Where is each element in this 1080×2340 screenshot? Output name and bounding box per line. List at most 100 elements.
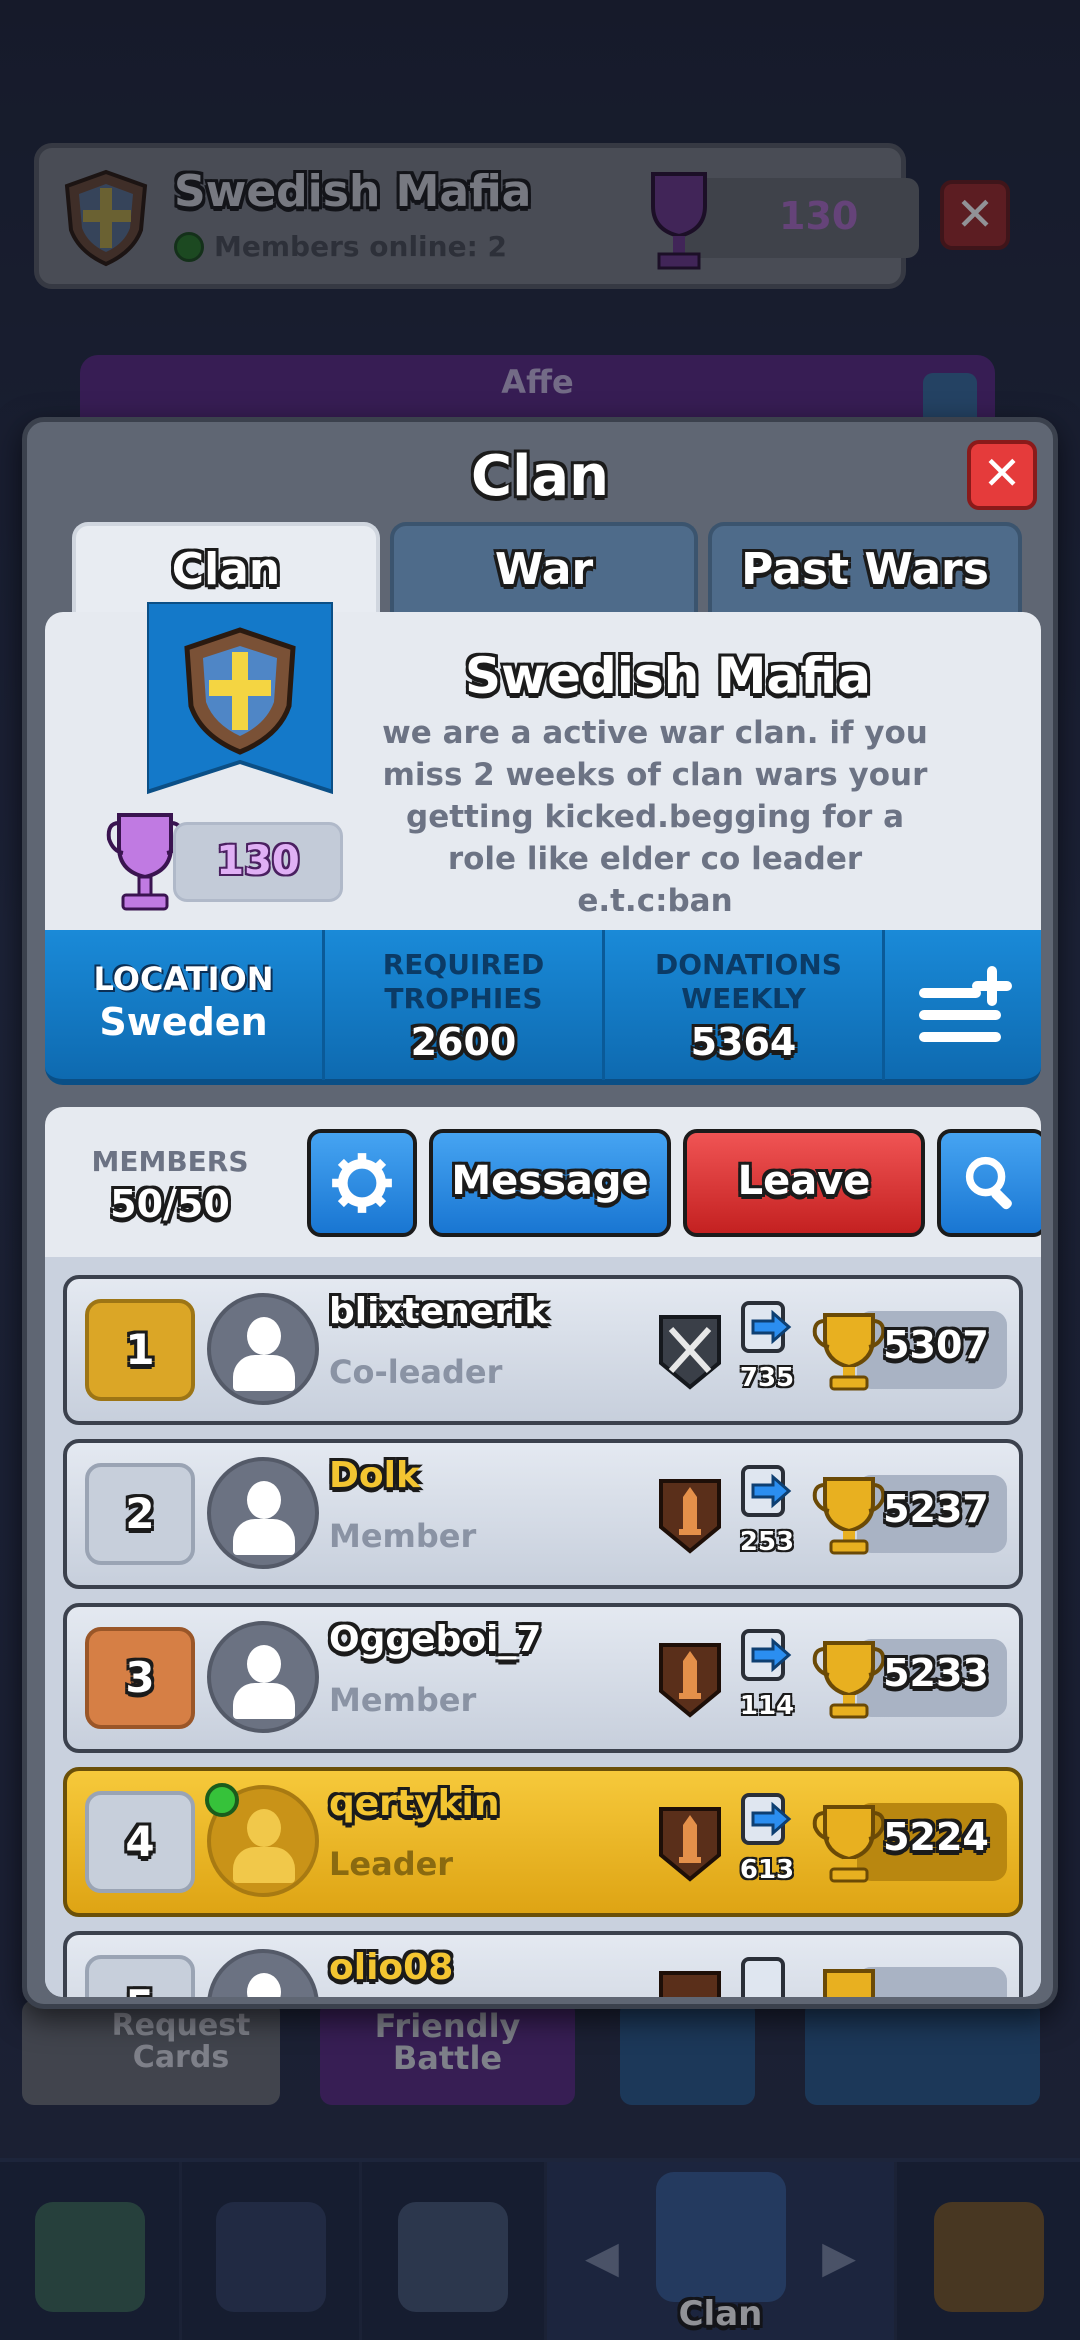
close-button[interactable]: ✕: [967, 440, 1037, 510]
nav-left-arrow-icon: ◀: [585, 2232, 619, 2283]
member-role: Leader: [329, 1845, 454, 1883]
member-donations: 613: [739, 1855, 795, 1885]
tab-past-wars[interactable]: Past Wars: [708, 522, 1022, 617]
cards-icon: [215, 2202, 326, 2312]
member-rank: 5: [85, 1955, 195, 1997]
search-button[interactable]: [937, 1129, 1041, 1237]
bg-request-cards-label: Request Cards: [111, 2008, 251, 2075]
donation-card-icon: [741, 1793, 792, 1845]
member-row[interactable]: 3 Oggeboi_7 Member 114 5233: [63, 1603, 1023, 1753]
clan-banner-icon: [147, 602, 333, 795]
nav-shop[interactable]: [0, 2162, 182, 2340]
online-dot-icon: [174, 231, 204, 262]
bg-bottom-buttons: Request Cards Friendly Battle: [0, 2000, 1080, 2110]
member-role: Member: [329, 1681, 477, 1719]
bg-chat-button: [805, 2000, 1040, 2105]
bottom-nav: ◀ ▶ Clan: [0, 2158, 1080, 2340]
list-add-icon[interactable]: [915, 960, 1025, 1050]
member-name: Dolk: [329, 1455, 420, 1496]
clan-shield-icon: [655, 2172, 786, 2302]
bg-friendly-battle-label: Friendly Battle: [374, 2007, 521, 2077]
member-donations: 114: [739, 1691, 795, 1721]
stat-location: LOCATION Sweden: [45, 930, 325, 1080]
members-count: MEMBERS 50/50: [85, 1145, 255, 1226]
member-trophies: 5233: [883, 1651, 989, 1695]
members-header: MEMBERS 50/50 Message Leave: [45, 1107, 1041, 1257]
member-row[interactable]: 1 blixtenerik Co-leader 735 5307: [63, 1275, 1023, 1425]
members-count-value: 50/50: [110, 1182, 230, 1226]
member-rank: 3: [85, 1627, 195, 1729]
sword-league-icon: [659, 1643, 721, 1718]
clan-stats-bar: LOCATION Sweden REQUIRED TROPHIES 2600 D…: [45, 930, 1041, 1085]
avatar: [207, 1457, 319, 1569]
clan-info-card: Swedish Mafia we are a active war clan. …: [45, 602, 1041, 930]
member-row[interactable]: 2 Dolk Member 253 5237: [63, 1439, 1023, 1589]
members-card: MEMBERS 50/50 Message Leave 1 blixteneri…: [45, 1107, 1041, 1997]
bg-friendly-battle-button: Friendly Battle: [320, 2000, 575, 2105]
clan-modal: Clan ✕ Clan War Past Wars Swedish Mafia …: [22, 417, 1058, 2009]
crossed-swords-icon: [398, 2202, 508, 2312]
avatar: [207, 1949, 319, 1997]
stat-donations-value: 5364: [690, 1020, 797, 1064]
member-rank: 4: [85, 1791, 195, 1893]
member-trophies: 5224: [883, 1815, 989, 1859]
donation-card-icon: [741, 1629, 792, 1681]
member-trophies: 5307: [883, 1323, 989, 1367]
modal-title: Clan: [471, 444, 609, 509]
bg-emote-button: [620, 2000, 755, 2105]
bg-clan-name: Swedish Mafia: [174, 166, 532, 217]
nav-right-arrow-icon: ▶: [822, 2232, 856, 2283]
sword-league-icon: [659, 1971, 721, 1997]
bg-online-text: Members online: 2: [214, 230, 508, 263]
nav-battle[interactable]: [362, 2162, 547, 2340]
clan-description: we are a active war clan. if you miss 2 …: [382, 715, 928, 919]
members-label: MEMBERS: [91, 1145, 249, 1178]
sword-league-icon: [659, 1807, 721, 1882]
member-donations: 735: [739, 1363, 795, 1393]
avatar: [207, 1293, 319, 1405]
stat-required-value: 2600: [410, 1020, 517, 1064]
clan-badge-icon: [64, 169, 148, 267]
stat-donations-weekly: DONATIONS WEEKLY 5364: [605, 930, 885, 1080]
nav-clan[interactable]: ◀ ▶ Clan: [547, 2162, 897, 2340]
bg-request-cards-button: Request Cards: [22, 2000, 280, 2105]
member-row-self[interactable]: 4 qertykin Leader 613 5224: [63, 1767, 1023, 1917]
search-icon: [965, 1156, 1012, 1210]
avatar: [207, 1621, 319, 1733]
member-trophies: 5237: [883, 1487, 989, 1531]
clan-trophy-count: 130: [216, 838, 300, 884]
chest-icon: [34, 2202, 145, 2312]
laurel-icon: [933, 2202, 1044, 2312]
trophy-icon: [823, 1969, 875, 1997]
stat-location-value: Sweden: [99, 1000, 268, 1044]
bg-close-button: ✕: [940, 180, 1010, 250]
bg-trophy-count: 130: [779, 194, 859, 238]
member-row[interactable]: 5 olio08: [63, 1931, 1023, 1997]
member-name: Oggeboi_7: [329, 1619, 542, 1660]
gear-icon: [332, 1153, 392, 1213]
donation-card-icon: [741, 1301, 792, 1353]
stat-donations-label: DONATIONS WEEKLY: [655, 948, 842, 1015]
nav-cards[interactable]: [182, 2162, 362, 2340]
stat-required-label: REQUIRED TROPHIES: [382, 948, 545, 1015]
bg-online-status: Members online: 2: [174, 230, 507, 263]
member-rank: 2: [85, 1463, 195, 1565]
trophy-icon: [651, 172, 707, 270]
member-role: Co-leader: [329, 1353, 503, 1391]
stat-location-label: LOCATION: [93, 960, 274, 998]
settings-button[interactable]: [307, 1129, 417, 1237]
stat-required-trophies: REQUIRED TROPHIES 2600: [325, 930, 605, 1080]
message-button[interactable]: Message: [429, 1129, 671, 1237]
sword-league-icon: [659, 1479, 721, 1554]
nav-tournaments[interactable]: [897, 2162, 1080, 2340]
member-name: blixtenerik: [329, 1291, 549, 1332]
tab-war[interactable]: War: [390, 522, 698, 617]
leave-button[interactable]: Leave: [683, 1129, 925, 1237]
member-name: qertykin: [329, 1783, 500, 1824]
bg-clan-header: Swedish Mafia Members online: 2 130: [34, 143, 919, 289]
donation-card-icon: [741, 1957, 785, 1997]
members-list: 1 blixtenerik Co-leader 735 5307 2 Dolk …: [45, 1257, 1041, 1997]
crossed-swords-league-icon: [659, 1315, 721, 1390]
bg-purple-title: Affe: [501, 363, 574, 401]
member-rank: 1: [85, 1299, 195, 1401]
